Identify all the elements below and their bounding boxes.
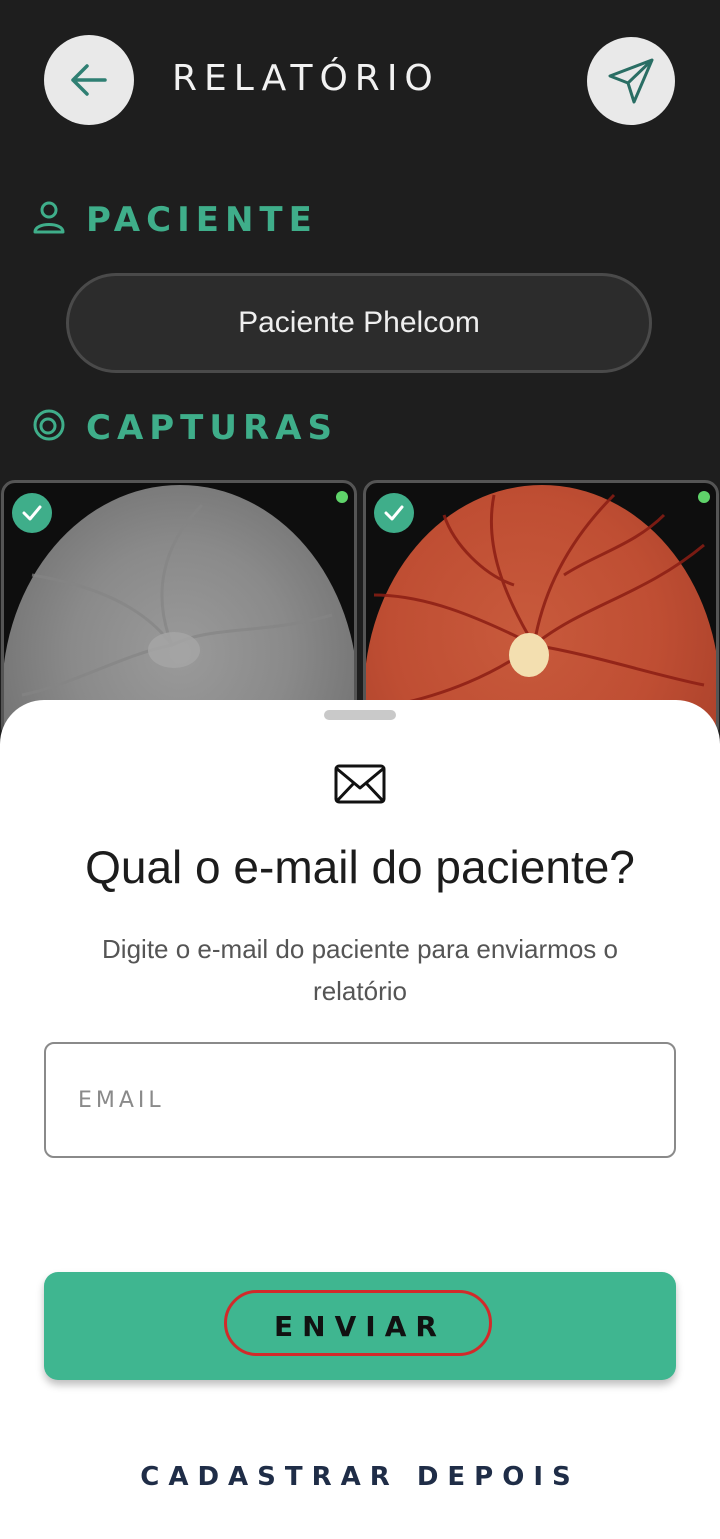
patient-section-label: PACIENTE <box>86 200 318 240</box>
selected-check-icon[interactable] <box>374 493 414 533</box>
envelope-icon <box>334 764 386 804</box>
arrow-left-icon <box>71 64 107 96</box>
drag-handle[interactable] <box>324 710 396 720</box>
eye-target-icon <box>33 409 65 441</box>
send-button-label: ENVIAR <box>274 1309 446 1343</box>
send-report-button[interactable] <box>587 37 675 125</box>
page-title: RELATÓRIO <box>172 58 440 99</box>
email-input[interactable] <box>44 1042 676 1158</box>
sheet-subtitle: Digite o e-mail do paciente para enviarm… <box>102 934 618 1006</box>
person-icon <box>33 201 65 234</box>
patient-name-field[interactable]: Paciente Phelcom <box>66 273 652 373</box>
status-dot-icon <box>698 491 710 503</box>
captures-section-label: CAPTURAS <box>86 408 338 448</box>
status-dot-icon <box>336 491 348 503</box>
selected-check-icon[interactable] <box>12 493 52 533</box>
app-header: RELATÓRIO <box>0 0 720 160</box>
sheet-title: Qual o e-mail do paciente? <box>85 841 635 893</box>
email-bottom-sheet: Qual o e-mail do paciente? Digite o e-ma… <box>0 700 720 1539</box>
send-button[interactable]: ENVIAR <box>44 1272 676 1380</box>
back-button[interactable] <box>44 35 134 125</box>
register-later-button[interactable]: CADASTRAR DEPOIS <box>0 1462 720 1492</box>
paper-plane-icon <box>608 58 654 104</box>
